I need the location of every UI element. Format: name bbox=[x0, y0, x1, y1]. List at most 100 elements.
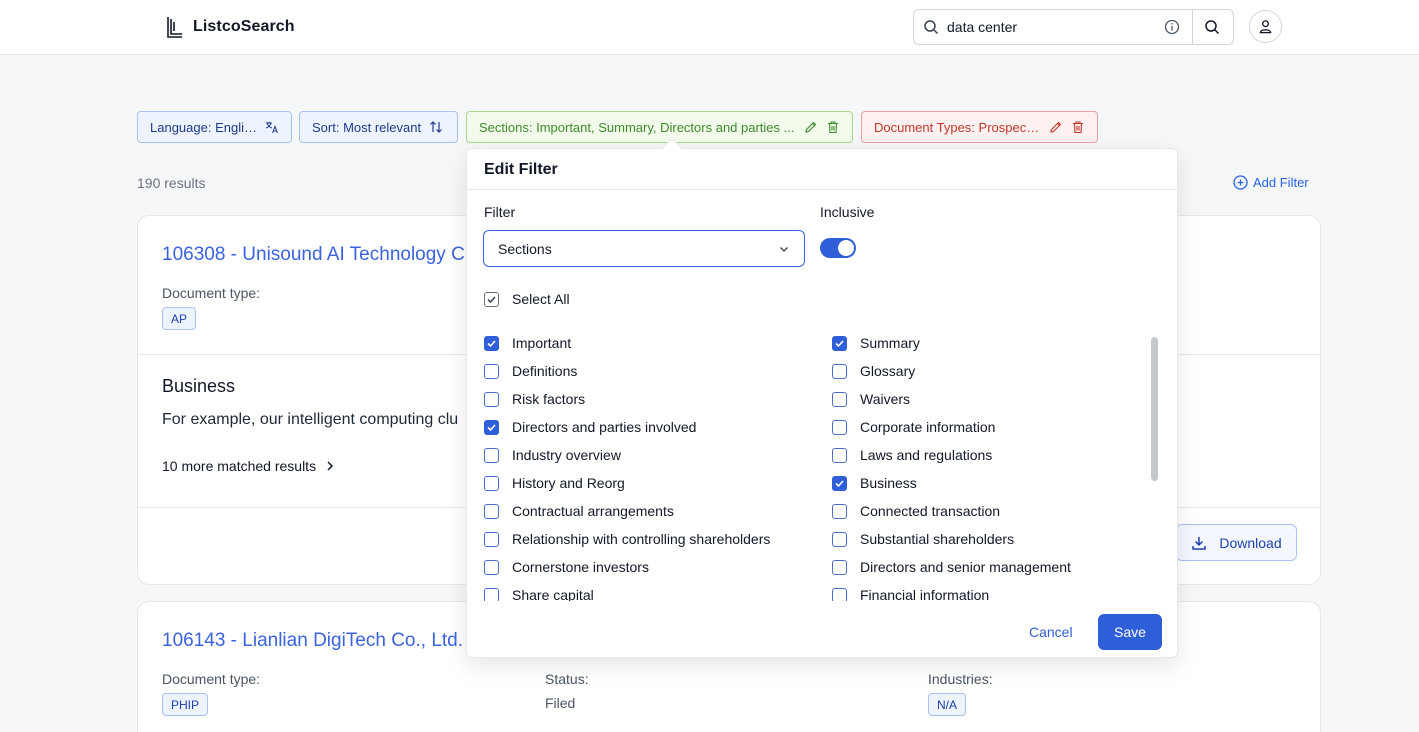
section-option-checkbox[interactable]: Summary bbox=[832, 335, 920, 351]
section-option-label: Connected transaction bbox=[860, 503, 1001, 519]
filter-select-value: Sections bbox=[498, 240, 552, 257]
checkbox-box bbox=[832, 391, 847, 407]
sort-chip-label: Sort: Most relevant bbox=[312, 119, 422, 135]
checkbox-box bbox=[832, 531, 847, 547]
checkbox-box bbox=[484, 559, 499, 575]
plus-circle-icon bbox=[1233, 175, 1248, 190]
info-icon[interactable] bbox=[1164, 19, 1180, 35]
logo-icon bbox=[167, 17, 182, 38]
filter-label: Filter bbox=[484, 204, 516, 220]
section-option-label: Contractual arrangements bbox=[512, 503, 674, 519]
pencil-icon[interactable] bbox=[1049, 120, 1063, 134]
section-option-checkbox[interactable]: Waivers bbox=[832, 391, 910, 407]
checkbox-box bbox=[484, 531, 499, 547]
checkbox-box bbox=[832, 503, 847, 519]
section-option-checkbox[interactable]: Business bbox=[832, 475, 917, 491]
section-option-label: Summary bbox=[860, 335, 920, 351]
cancel-button[interactable]: Cancel bbox=[1029, 624, 1073, 640]
trash-icon[interactable] bbox=[826, 120, 840, 134]
checkbox-box bbox=[832, 475, 847, 491]
logo[interactable]: ListcoSearch bbox=[165, 15, 295, 39]
search-submit-icon[interactable] bbox=[1204, 19, 1220, 35]
add-filter-label: Add Filter bbox=[1253, 175, 1309, 190]
checkbox-box bbox=[832, 419, 847, 435]
checkbox-box bbox=[484, 363, 499, 379]
document-type-tag: AP bbox=[162, 307, 197, 330]
select-all-checkbox[interactable]: Select All bbox=[484, 291, 570, 307]
user-avatar-button[interactable] bbox=[1249, 10, 1282, 43]
section-option-checkbox[interactable]: Share capital bbox=[484, 587, 594, 601]
document-type-tag: PHIP bbox=[162, 693, 209, 716]
sort-filter-chip[interactable]: Sort: Most relevant bbox=[299, 111, 458, 143]
checkbox-box bbox=[832, 559, 847, 575]
checkbox-box bbox=[484, 419, 499, 435]
status-value: Filed bbox=[545, 695, 576, 711]
section-option-checkbox[interactable]: Laws and regulations bbox=[832, 447, 992, 463]
chevron-right-icon bbox=[327, 461, 334, 471]
section-option-checkbox[interactable]: Directors and senior management bbox=[832, 559, 1071, 575]
status-label: Status: bbox=[545, 671, 589, 687]
download-button[interactable]: Download bbox=[1176, 524, 1297, 561]
sections-chip-label: Sections: Important, Summary, Directors … bbox=[479, 119, 795, 135]
check-icon bbox=[835, 479, 844, 487]
document-types-filter-chip[interactable]: Document Types: Prospectus bbox=[861, 111, 1098, 143]
checkbox-box bbox=[484, 503, 499, 519]
sections-options-list[interactable]: Important Definitions Risk factors Director… bbox=[467, 329, 1157, 601]
results-count: 190 results bbox=[137, 175, 206, 191]
sections-filter-chip[interactable]: Sections: Important, Summary, Directors … bbox=[466, 111, 853, 143]
checkbox-box bbox=[832, 335, 847, 351]
section-option-checkbox[interactable]: Financial information bbox=[832, 587, 989, 601]
result-title-link[interactable]: 106143 - Lianlian DigiTech Co., Ltd. bbox=[162, 630, 463, 652]
section-option-label: Laws and regulations bbox=[860, 447, 993, 463]
section-option-label: Directors and parties involved bbox=[512, 419, 697, 435]
document-types-chip-label: Document Types: Prospectus bbox=[874, 119, 1041, 135]
search-input[interactable] bbox=[947, 19, 1157, 35]
section-option-label: Financial information bbox=[860, 587, 990, 601]
industries-tag: N/A bbox=[928, 693, 967, 716]
add-filter-button[interactable]: Add Filter bbox=[1233, 175, 1309, 190]
edit-filter-popover: Edit Filter Filter Inclusive Sections Se… bbox=[466, 148, 1178, 658]
section-option-label: Substantial shareholders bbox=[860, 531, 1015, 547]
section-option-checkbox[interactable]: Industry overview bbox=[484, 447, 621, 463]
section-option-checkbox[interactable]: Definitions bbox=[484, 363, 577, 379]
section-option-checkbox[interactable]: Cornerstone investors bbox=[484, 559, 649, 575]
section-option-checkbox[interactable]: Contractual arrangements bbox=[484, 503, 674, 519]
pencil-icon[interactable] bbox=[804, 120, 818, 134]
section-option-checkbox[interactable]: Risk factors bbox=[484, 391, 585, 407]
section-option-checkbox[interactable]: Relationship with controlling shareholde… bbox=[484, 531, 770, 547]
language-filter-chip[interactable]: Language: English bbox=[137, 111, 292, 143]
trash-icon[interactable] bbox=[1071, 120, 1085, 134]
section-option-checkbox[interactable]: Glossary bbox=[832, 363, 915, 379]
download-label: Download bbox=[1219, 534, 1282, 551]
check-icon bbox=[487, 339, 496, 347]
result-title-link[interactable]: 106308 - Unisound AI Technology C bbox=[162, 244, 465, 266]
document-type-label: Document type: bbox=[162, 285, 261, 301]
section-option-label: Cornerstone investors bbox=[512, 559, 649, 575]
download-icon bbox=[1192, 536, 1207, 550]
scrollbar-thumb[interactable] bbox=[1151, 337, 1158, 481]
popover-title: Edit Filter bbox=[484, 161, 558, 178]
popover-divider bbox=[467, 189, 1177, 190]
checkbox-box bbox=[832, 447, 847, 463]
more-results-link[interactable]: 10 more matched results bbox=[162, 458, 336, 474]
section-heading: Business bbox=[162, 376, 236, 396]
section-option-checkbox[interactable]: Important bbox=[484, 335, 571, 351]
section-option-checkbox[interactable]: Substantial shareholders bbox=[832, 531, 1014, 547]
search-bar bbox=[913, 9, 1234, 45]
checkbox-box bbox=[484, 391, 499, 407]
top-bar: ListcoSearch bbox=[0, 0, 1419, 55]
checkbox-box bbox=[484, 587, 499, 601]
inclusive-toggle[interactable] bbox=[820, 238, 856, 258]
toggle-knob bbox=[838, 240, 854, 256]
section-option-label: Risk factors bbox=[512, 391, 586, 407]
save-button[interactable]: Save bbox=[1098, 614, 1162, 650]
section-option-checkbox[interactable]: Directors and parties involved bbox=[484, 419, 696, 435]
check-icon bbox=[487, 295, 496, 303]
section-option-checkbox[interactable]: Connected transaction bbox=[832, 503, 1000, 519]
logo-text: ListcoSearch bbox=[193, 18, 295, 35]
section-option-checkbox[interactable]: Corporate information bbox=[832, 419, 995, 435]
section-option-checkbox[interactable]: History and Reorg bbox=[484, 475, 625, 491]
section-option-label: Business bbox=[860, 475, 917, 491]
language-chip-label: Language: English bbox=[150, 119, 257, 135]
filter-select[interactable]: Sections bbox=[483, 230, 805, 267]
